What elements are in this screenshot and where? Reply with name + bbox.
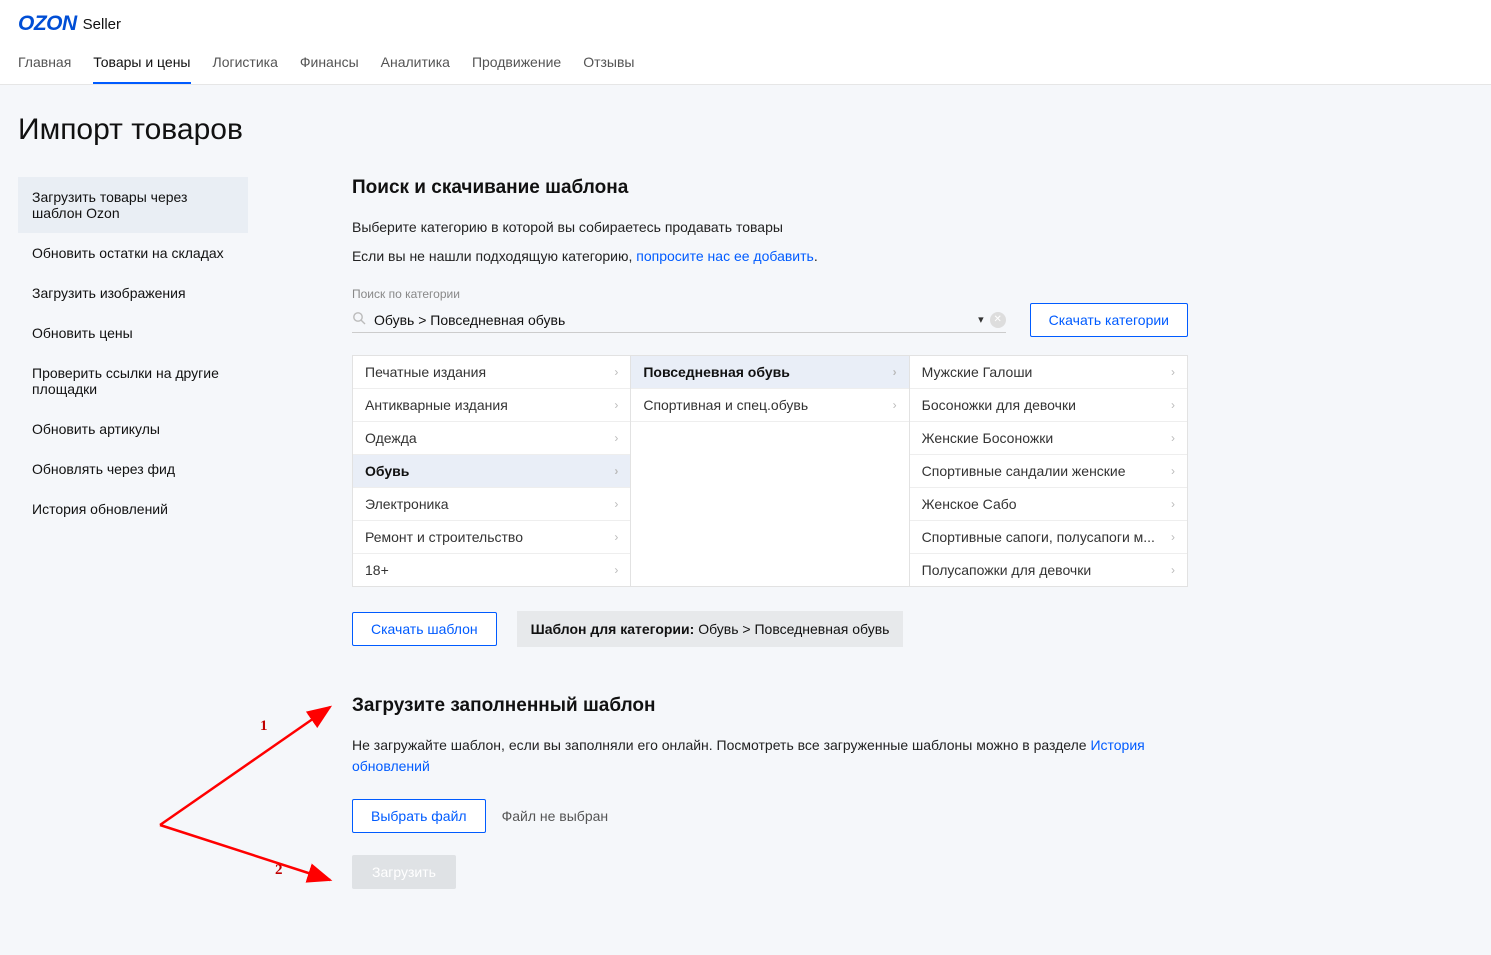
chevron-right-icon: › — [614, 530, 618, 544]
section-search-subtitle: Выберите категорию в которой вы собирает… — [352, 217, 1188, 238]
cat-item-label: Босоножки для девочки — [922, 397, 1076, 413]
cat-item-label: Женские Босоножки — [922, 430, 1053, 446]
nav-promo[interactable]: Продвижение — [472, 44, 561, 84]
chevron-right-icon: › — [893, 398, 897, 412]
chevron-down-icon[interactable]: ▾ — [978, 313, 984, 326]
sidebar-item-upload-images[interactable]: Загрузить изображения — [18, 273, 248, 313]
notfound-suffix: . — [814, 248, 818, 264]
sidebar-item-history[interactable]: История обновлений — [18, 489, 248, 529]
cat-item[interactable]: 18+ › — [353, 554, 630, 586]
logo-brand[interactable]: OZON — [18, 12, 77, 36]
sidebar-item-upload-template[interactable]: Загрузить товары через шаблон Ozon — [18, 177, 248, 233]
cat-item[interactable]: Женские Босоножки › — [910, 422, 1187, 455]
download-categories-button[interactable]: Скачать категории — [1030, 303, 1188, 337]
category-col-3[interactable]: Мужские Галоши › Босоножки для девочки › Ж… — [909, 356, 1187, 586]
cat-item-label: Печатные издания — [365, 364, 486, 380]
cat-item-label: Одежда — [365, 430, 417, 446]
cat-item-label: Полусапожки для девочки — [922, 562, 1092, 578]
sidebar-item-check-links[interactable]: Проверить ссылки на другие площадки — [18, 353, 248, 409]
cat-item-label: 18+ — [365, 562, 389, 578]
cat-item-label: Повседневная обувь — [643, 364, 790, 380]
chevron-right-icon: › — [1171, 530, 1175, 544]
template-label-value: Обувь > Повседневная обувь — [694, 621, 889, 637]
category-search-input[interactable] — [374, 312, 972, 328]
cat-item[interactable]: Печатные издания › — [353, 356, 630, 389]
file-status: Файл не выбран — [502, 808, 609, 824]
cat-item-label: Спортивная и спец.обувь — [643, 397, 808, 413]
template-label-prefix: Шаблон для категории: — [531, 621, 695, 637]
cat-item[interactable]: Одежда › — [353, 422, 630, 455]
cat-item[interactable]: Антикварные издания › — [353, 389, 630, 422]
cat-item-label: Обувь — [365, 463, 409, 479]
download-template-button[interactable]: Скачать шаблон — [352, 612, 497, 646]
section-search-heading: Поиск и скачивание шаблона — [352, 177, 1188, 199]
choose-file-button[interactable]: Выбрать файл — [352, 799, 486, 833]
category-col-1[interactable]: Печатные издания › Антикварные издания › О… — [353, 356, 630, 586]
cat-item[interactable]: Женское Сабо › — [910, 488, 1187, 521]
chevron-right-icon: › — [893, 365, 897, 379]
chevron-right-icon: › — [1171, 497, 1175, 511]
cat-item-selected[interactable]: Обувь › — [353, 455, 630, 488]
cat-item-label: Ремонт и строительство — [365, 529, 523, 545]
cat-item[interactable]: Спортивные сандалии женские › — [910, 455, 1187, 488]
template-for-category-label: Шаблон для категории: Обувь > Повседневн… — [517, 611, 904, 647]
category-browser: Печатные издания › Антикварные издания › О… — [352, 355, 1188, 587]
sidebar-item-update-feed[interactable]: Обновлять через фид — [18, 449, 248, 489]
upload-desc: Не загружайте шаблон, если вы заполняли … — [352, 735, 1188, 777]
clear-icon[interactable]: ✕ — [990, 312, 1006, 328]
search-label: Поиск по категории — [352, 287, 1188, 301]
cat-item-label: Электроника — [365, 496, 449, 512]
upload-heading: Загрузите заполненный шаблон — [352, 695, 1188, 717]
chevron-right-icon: › — [614, 431, 618, 445]
cat-item-label: Спортивные сандалии женские — [922, 463, 1126, 479]
chevron-right-icon: › — [1171, 563, 1175, 577]
chevron-right-icon: › — [614, 563, 618, 577]
page-title: Импорт товаров — [18, 113, 1473, 147]
chevron-right-icon: › — [614, 365, 618, 379]
cat-item[interactable]: Электроника › — [353, 488, 630, 521]
sidebar-item-update-prices[interactable]: Обновить цены — [18, 313, 248, 353]
sidebar-item-update-stock[interactable]: Обновить остатки на складах — [18, 233, 248, 273]
section-search-notfound: Если вы не нашли подходящую категорию, п… — [352, 246, 1188, 267]
chevron-right-icon: › — [1171, 431, 1175, 445]
sidebar: Загрузить товары через шаблон Ozon Обнов… — [18, 177, 248, 529]
cat-item[interactable]: Босоножки для девочки › — [910, 389, 1187, 422]
category-col-2[interactable]: Повседневная обувь › Спортивная и спец.об… — [630, 356, 908, 586]
notfound-prefix: Если вы не нашли подходящую категорию, — [352, 248, 636, 264]
chevron-right-icon: › — [614, 464, 618, 478]
category-search-field[interactable]: ▾ ✕ — [352, 307, 1006, 333]
nav-reviews[interactable]: Отзывы — [583, 44, 634, 84]
chevron-right-icon: › — [1171, 365, 1175, 379]
nav-products-prices[interactable]: Товары и цены — [93, 44, 190, 84]
cat-item[interactable]: Полусапожки для девочки › — [910, 554, 1187, 586]
cat-item[interactable]: Спортивные сапоги, полусапоги м... › — [910, 521, 1187, 554]
nav-analytics[interactable]: Аналитика — [381, 44, 450, 84]
cat-item-label: Женское Сабо — [922, 496, 1017, 512]
upload-button[interactable]: Загрузить — [352, 855, 456, 889]
search-icon — [352, 311, 366, 328]
cat-item[interactable]: Спортивная и спец.обувь › — [631, 389, 908, 422]
top-nav: Главная Товары и цены Логистика Финансы … — [0, 44, 1491, 85]
sidebar-item-update-articul[interactable]: Обновить артикулы — [18, 409, 248, 449]
logo-sub: Seller — [83, 16, 121, 33]
cat-item[interactable]: Ремонт и строительство › — [353, 521, 630, 554]
request-category-link[interactable]: попросите нас ее добавить — [636, 248, 814, 264]
nav-logistics[interactable]: Логистика — [213, 44, 278, 84]
chevron-right-icon: › — [1171, 398, 1175, 412]
chevron-right-icon: › — [1171, 464, 1175, 478]
cat-item-selected[interactable]: Повседневная обувь › — [631, 356, 908, 389]
nav-finance[interactable]: Финансы — [300, 44, 359, 84]
cat-item[interactable]: Мужские Галоши › — [910, 356, 1187, 389]
upload-desc-prefix: Не загружайте шаблон, если вы заполняли … — [352, 737, 1090, 753]
nav-main[interactable]: Главная — [18, 44, 71, 84]
header-bar: OZON Seller — [0, 0, 1491, 44]
cat-item-label: Мужские Галоши — [922, 364, 1033, 380]
chevron-right-icon: › — [614, 497, 618, 511]
main-content: Поиск и скачивание шаблона Выберите кате… — [248, 177, 1188, 889]
chevron-right-icon: › — [614, 398, 618, 412]
cat-item-label: Антикварные издания — [365, 397, 508, 413]
cat-item-label: Спортивные сапоги, полусапоги м... — [922, 529, 1155, 545]
